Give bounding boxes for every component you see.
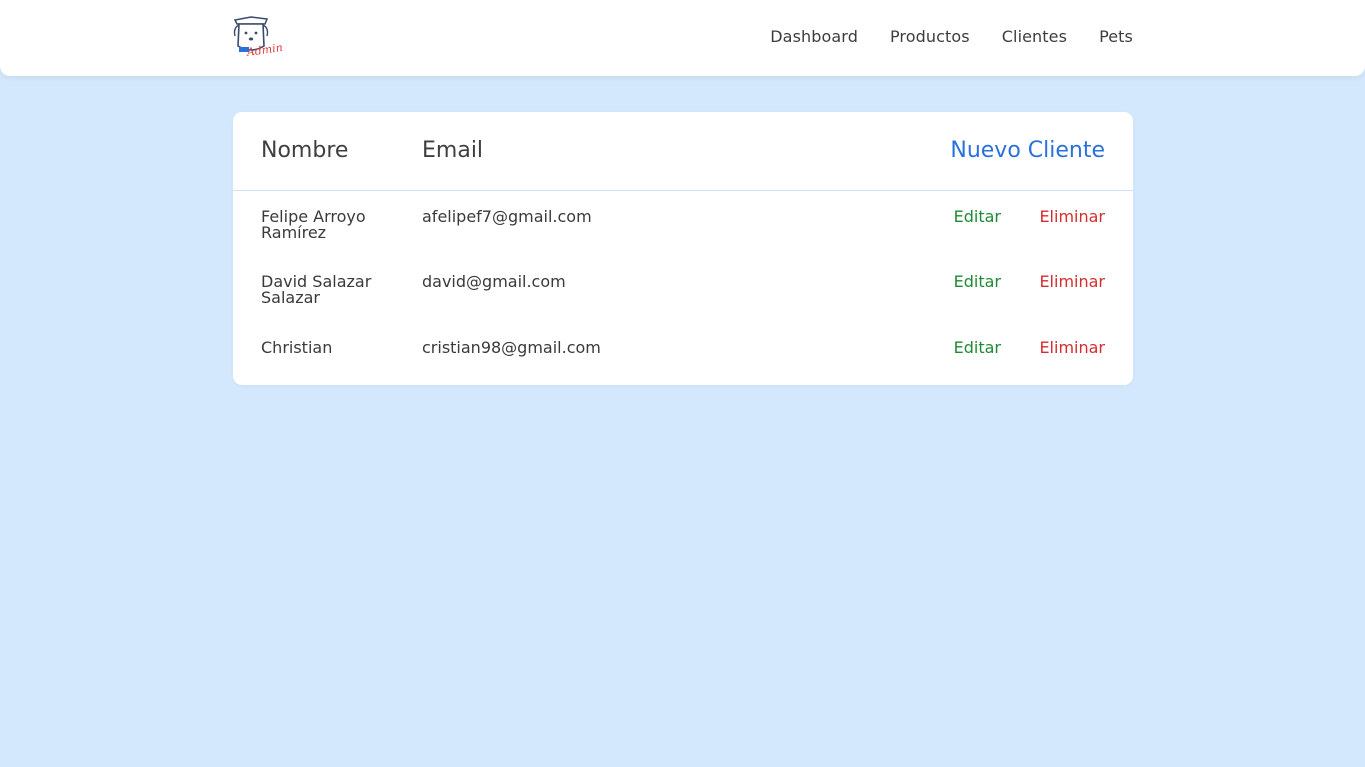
nav-pets[interactable]: Pets [1099, 27, 1133, 46]
edit-button[interactable]: Editar [954, 209, 1001, 225]
main-nav: Dashboard Productos Clientes Pets [770, 27, 1133, 46]
column-header-name: Nombre [261, 138, 349, 163]
nav-dashboard[interactable]: Dashboard [770, 27, 858, 46]
clients-table-card: Nombre Email Nuevo Cliente Felipe Arroyo… [233, 112, 1133, 385]
client-email: cristian98@gmail.com [422, 338, 601, 357]
client-email: david@gmail.com [422, 272, 566, 291]
nav-clientes[interactable]: Clientes [1002, 27, 1067, 46]
dog-logo-icon: Admin [233, 16, 283, 59]
edit-button[interactable]: Editar [954, 274, 1001, 290]
column-header-email: Email [422, 138, 484, 163]
delete-button[interactable]: Eliminar [1039, 274, 1105, 290]
edit-button[interactable]: Editar [954, 340, 1001, 356]
nav-productos[interactable]: Productos [890, 27, 970, 46]
delete-button[interactable]: Eliminar [1039, 209, 1105, 225]
client-email: afelipef7@gmail.com [422, 207, 592, 226]
admin-logo[interactable]: Admin [231, 14, 283, 60]
top-navbar: Admin Dashboard Productos Clientes Pets [0, 0, 1365, 76]
new-client-button[interactable]: Nuevo Cliente [950, 138, 1105, 163]
table-header: Nombre Email Nuevo Cliente [233, 112, 1133, 191]
client-name: Felipe Arroyo Ramírez [261, 207, 366, 242]
client-name: David Salazar Salazar [261, 272, 372, 307]
delete-button[interactable]: Eliminar [1039, 340, 1105, 356]
client-name: Christian [261, 338, 333, 357]
